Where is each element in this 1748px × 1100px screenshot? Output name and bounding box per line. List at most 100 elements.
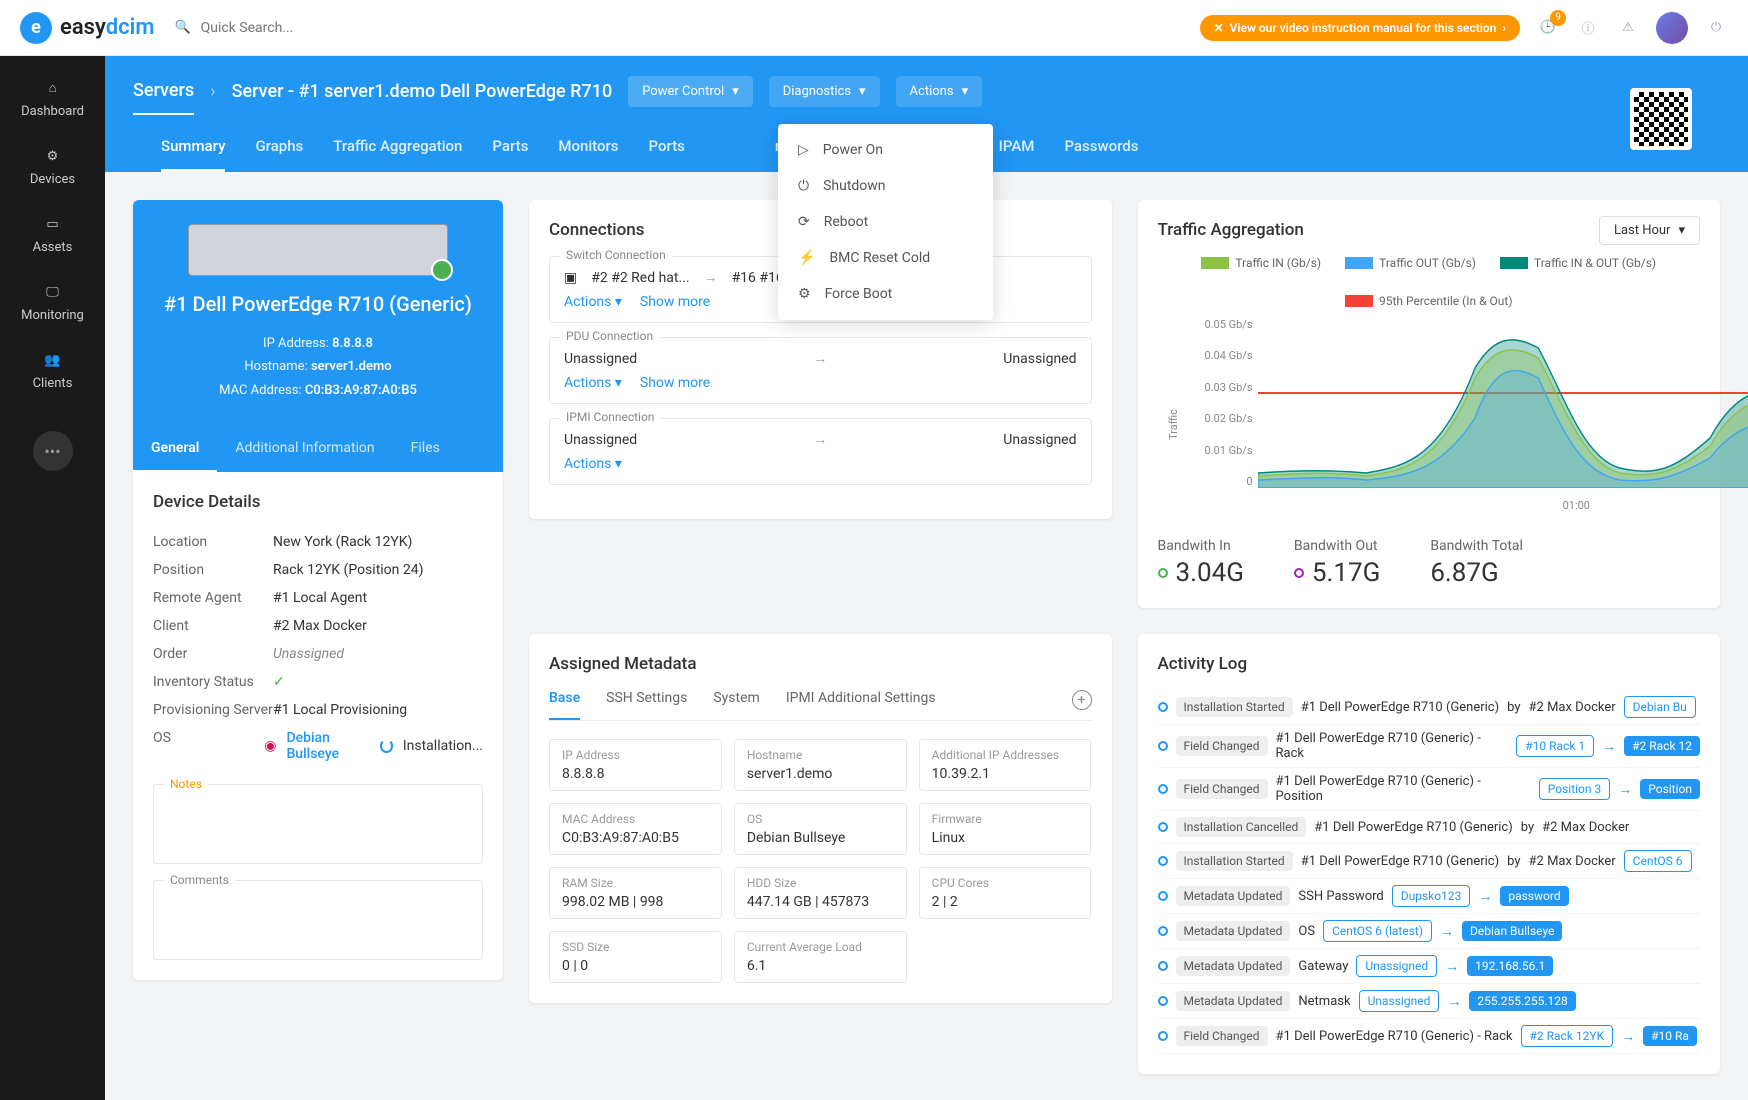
page-title: Server - #1 server1.demo Dell PowerEdge … bbox=[232, 81, 613, 114]
tab-ports[interactable]: Ports bbox=[649, 137, 685, 172]
activity-row: Metadata UpdatedSSH PasswordDupsko123→pa… bbox=[1158, 879, 1701, 914]
activity-row: Field Changed#1 Dell PowerEdge R710 (Gen… bbox=[1158, 1019, 1701, 1054]
power-control-menu: ▷Power On ⏻Shutdown ⟳Reboot ⚡BMC Reset C… bbox=[778, 124, 993, 320]
md-tab-ssh[interactable]: SSH Settings bbox=[606, 690, 687, 720]
md-field[interactable]: RAM Size998.02 MB | 998 bbox=[549, 867, 722, 919]
md-tab-system[interactable]: System bbox=[713, 690, 759, 720]
monitor-icon: 🖵 bbox=[46, 285, 59, 300]
home-icon: ⌂ bbox=[49, 80, 57, 96]
diagnostics-button[interactable]: Diagnostics ▾ bbox=[769, 76, 880, 107]
metadata-card: Assigned Metadata Base SSH Settings Syst… bbox=[529, 634, 1112, 1003]
video-manual-button[interactable]: ✕ View our video instruction manual for … bbox=[1200, 15, 1520, 41]
activity-row: Installation Started#1 Dell PowerEdge R7… bbox=[1158, 690, 1701, 725]
activity-card: Activity Log Installation Started#1 Dell… bbox=[1138, 634, 1721, 1074]
md-field[interactable]: CPU Cores2 | 2 bbox=[919, 867, 1092, 919]
info-icon[interactable]: ⓘ bbox=[1576, 16, 1600, 40]
chevron-right-icon: › bbox=[210, 81, 215, 114]
traffic-chart: 0.05 Gb/s0.04 Gb/s0.03 Gb/s0.02 Gb/s0.01… bbox=[1158, 318, 1701, 518]
power-icon: ⏻ bbox=[798, 178, 809, 194]
page-header: Servers › Server - #1 server1.demo Dell … bbox=[105, 56, 1748, 172]
search-bar: 🔍 bbox=[174, 20, 1179, 36]
sidebar-item-clients[interactable]: 👥Clients bbox=[33, 353, 73, 391]
power-icon[interactable]: ⏻ bbox=[1704, 16, 1728, 40]
menu-power-on[interactable]: ▷Power On bbox=[778, 132, 993, 168]
menu-shutdown[interactable]: ⏻Shutdown bbox=[778, 168, 993, 204]
topbar: e easydcim 🔍 ✕ View our video instructio… bbox=[0, 0, 1748, 56]
md-add-button[interactable]: + bbox=[1072, 690, 1092, 710]
activity-row: Metadata UpdatedOSCentOS 6 (latest)→Debi… bbox=[1158, 914, 1701, 949]
sidebar-item-devices[interactable]: ⚙Devices bbox=[30, 149, 75, 187]
pdu-actions[interactable]: Actions ▾ bbox=[564, 375, 622, 391]
avatar[interactable] bbox=[1656, 12, 1688, 44]
md-field[interactable]: Additional IP Addresses10.39.2.1 bbox=[919, 739, 1092, 791]
notes-field[interactable]: Notes bbox=[153, 784, 483, 864]
tab-monitors[interactable]: Monitors bbox=[558, 137, 618, 172]
md-field[interactable]: Hostnameserver1.demo bbox=[734, 739, 907, 791]
search-icon: 🔍 bbox=[174, 20, 190, 35]
debian-icon: ◉ bbox=[264, 738, 276, 754]
tab-graphs[interactable]: Graphs bbox=[255, 137, 303, 172]
tab-files[interactable]: Files bbox=[393, 426, 458, 472]
actions-button[interactable]: Actions ▾ bbox=[896, 76, 983, 107]
sidebar-item-dashboard[interactable]: ⌂Dashboard bbox=[21, 80, 84, 119]
chevron-right-icon: › bbox=[1502, 21, 1506, 35]
arrow-right-icon: → bbox=[813, 431, 827, 448]
comments-field[interactable]: Comments bbox=[153, 880, 483, 960]
notifications-icon[interactable]: 🕒9 bbox=[1536, 16, 1560, 40]
warning-icon[interactable]: ⚠ bbox=[1616, 16, 1640, 40]
switch-actions[interactable]: Actions ▾ bbox=[564, 294, 622, 310]
detail-row: Inventory Status✓ bbox=[153, 668, 483, 696]
detail-row: Client#2 Max Docker bbox=[153, 612, 483, 640]
md-field[interactable]: OSDebian Bullseye bbox=[734, 803, 907, 855]
sidebar-item-monitoring[interactable]: 🖵Monitoring bbox=[21, 285, 84, 323]
activity-row: Metadata UpdatedNetmaskUnassigned→255.25… bbox=[1158, 984, 1701, 1019]
tab-traffic-aggregation[interactable]: Traffic Aggregation bbox=[333, 137, 462, 172]
detail-row: OrderUnassigned bbox=[153, 640, 483, 668]
qr-code[interactable] bbox=[1630, 88, 1692, 150]
md-field[interactable]: MAC AddressC0:B3:A9:87:A0:B5 bbox=[549, 803, 722, 855]
tab-ipam[interactable]: IPAM bbox=[999, 137, 1035, 172]
logo-icon: e bbox=[20, 12, 52, 44]
tab-general[interactable]: General bbox=[133, 426, 217, 472]
detail-row: Remote Agent#1 Local Agent bbox=[153, 584, 483, 612]
detail-row: PositionRack 12YK (Position 24) bbox=[153, 556, 483, 584]
users-icon: 👥 bbox=[44, 353, 60, 368]
tab-parts[interactable]: Parts bbox=[492, 137, 528, 172]
server-title: #1 Dell PowerEdge R710 (Generic) bbox=[157, 292, 479, 316]
tab-additional-info[interactable]: Additional Information bbox=[217, 426, 392, 472]
menu-reboot[interactable]: ⟳Reboot bbox=[778, 204, 993, 240]
tab-summary[interactable]: Summary bbox=[161, 137, 225, 172]
tab-passwords[interactable]: Passwords bbox=[1064, 137, 1138, 172]
port-icon: ▣ bbox=[564, 270, 577, 286]
refresh-icon: ⟳ bbox=[798, 214, 810, 230]
detail-row: LocationNew York (Rack 12YK) bbox=[153, 528, 483, 556]
md-tab-ipmi[interactable]: IPMI Additional Settings bbox=[786, 690, 936, 720]
menu-bmc-reset[interactable]: ⚡BMC Reset Cold bbox=[778, 240, 993, 276]
search-input[interactable] bbox=[201, 20, 501, 36]
ipmi-actions[interactable]: Actions ▾ bbox=[564, 456, 622, 472]
sidebar: ⌂Dashboard ⚙Devices ▭Assets 🖵Monitoring … bbox=[0, 56, 105, 1100]
switch-show-more[interactable]: Show more bbox=[640, 294, 710, 310]
traffic-range-select[interactable]: Last Hour▾ bbox=[1599, 216, 1700, 245]
gear-icon: ⚙ bbox=[798, 286, 811, 302]
sidebar-item-assets[interactable]: ▭Assets bbox=[33, 217, 73, 255]
md-field[interactable]: SSD Size0 | 0 bbox=[549, 931, 722, 983]
sidebar-more[interactable]: ••• bbox=[33, 431, 73, 471]
md-tab-base[interactable]: Base bbox=[549, 690, 580, 720]
play-icon: ▷ bbox=[798, 142, 809, 158]
logo[interactable]: e easydcim bbox=[20, 12, 154, 44]
chevron-down-icon: ▾ bbox=[859, 84, 866, 99]
chevron-down-icon: ▾ bbox=[962, 84, 969, 99]
pdu-show-more[interactable]: Show more bbox=[640, 375, 710, 391]
activity-row: Field Changed#1 Dell PowerEdge R710 (Gen… bbox=[1158, 725, 1701, 768]
md-field[interactable]: Current Average Load6.1 bbox=[734, 931, 907, 983]
md-field[interactable]: FirmwareLinux bbox=[919, 803, 1092, 855]
menu-force-boot[interactable]: ⚙Force Boot bbox=[778, 276, 993, 312]
md-field[interactable]: HDD Size447.14 GB | 457873 bbox=[734, 867, 907, 919]
breadcrumb-root[interactable]: Servers bbox=[133, 80, 194, 115]
spinner-icon bbox=[380, 739, 392, 753]
arrow-right-icon: → bbox=[813, 350, 827, 367]
activity-row: Metadata UpdatedGatewayUnassigned→192.16… bbox=[1158, 949, 1701, 984]
power-control-button[interactable]: Power Control ▾ bbox=[628, 76, 753, 107]
md-field[interactable]: IP Address8.8.8.8 bbox=[549, 739, 722, 791]
